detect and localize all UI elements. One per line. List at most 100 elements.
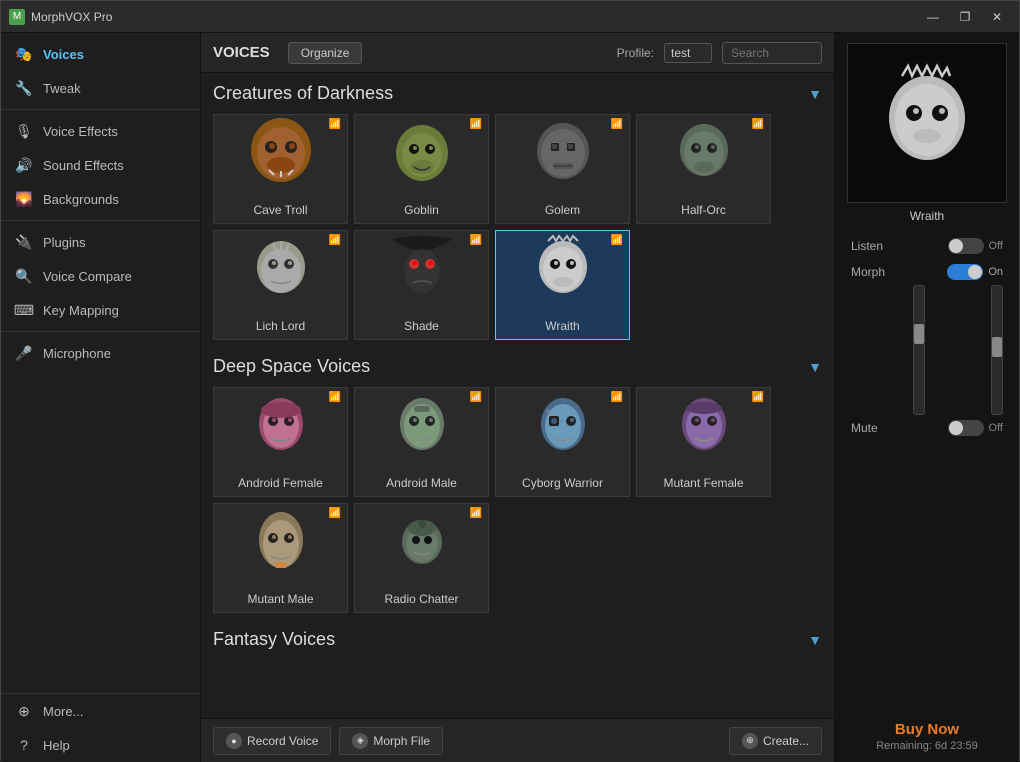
create-label: Create...: [763, 734, 809, 748]
sidebar-label-microphone: Microphone: [43, 346, 111, 361]
card-image-mutant-female: [637, 388, 770, 466]
morph-row: Morph On: [843, 259, 1011, 285]
voice-name-cave-troll: Cave Troll: [253, 203, 307, 217]
morph-label: Morph: [851, 265, 885, 279]
card-image-cyborg-warrior: [496, 388, 629, 466]
mute-toggle-knob: [949, 421, 963, 435]
main-content: VOICES Organize Profile: test Creatures …: [201, 33, 834, 762]
help-icon: ?: [15, 736, 33, 754]
collapse-arrow-1[interactable]: ▼: [808, 86, 822, 102]
listen-toggle-knob: [949, 239, 963, 253]
backgrounds-icon: 🌄: [15, 190, 33, 208]
morph-toggle[interactable]: [947, 264, 983, 280]
card-image-shade: [355, 231, 488, 309]
voice-card-goblin[interactable]: 📶: [354, 114, 489, 224]
mute-toggle[interactable]: [948, 420, 984, 436]
listen-row: Listen Off: [843, 233, 1011, 259]
remaining-text: Remaining: 6d 23:59: [876, 740, 978, 752]
create-button[interactable]: ⊕ Create...: [729, 727, 822, 755]
sidebar-divider-3: [1, 331, 200, 332]
buy-now-button[interactable]: Buy Now: [876, 721, 978, 738]
voice-grid-2: 📶: [213, 387, 822, 613]
sidebar-item-tweak[interactable]: 🔧 Tweak: [1, 71, 200, 105]
maximize-button[interactable]: ❐: [951, 7, 979, 27]
voice-card-shade[interactable]: 📶: [354, 230, 489, 340]
category-deep-space: Deep Space Voices ▼ 📶: [213, 356, 822, 613]
profile-select[interactable]: test: [664, 43, 712, 63]
mute-row: Mute Off: [843, 415, 1011, 441]
card-image-half-orc: [637, 115, 770, 193]
minimize-button[interactable]: —: [919, 7, 947, 27]
voice-card-cave-troll[interactable]: 📶: [213, 114, 348, 224]
sidebar-item-voices[interactable]: 🎭 Voices: [1, 37, 200, 71]
voice-preview-box: [847, 43, 1007, 203]
close-button[interactable]: ✕: [983, 7, 1011, 27]
listen-label: Listen: [851, 239, 883, 253]
more-icon: ⊕: [15, 702, 33, 720]
voice-card-wraith[interactable]: 📶: [495, 230, 630, 340]
sidebar-item-voice-compare[interactable]: 🔍 Voice Compare: [1, 259, 200, 293]
preview-voice-name: Wraith: [910, 209, 944, 223]
record-voice-button[interactable]: ● Record Voice: [213, 727, 331, 755]
sidebar-divider-1: [1, 109, 200, 110]
voice-card-radio-chatter[interactable]: 📶 Radio Chat: [354, 503, 489, 613]
search-input[interactable]: [722, 42, 822, 64]
slider-left[interactable]: [913, 285, 925, 415]
sidebar-item-key-mapping[interactable]: ⌨ Key Mapping: [1, 293, 200, 327]
plugins-icon: 🔌: [15, 233, 33, 251]
app-icon: M: [9, 9, 25, 25]
titlebar: M MorphVOX Pro — ❐ ✕: [1, 1, 1019, 33]
voices-icon: 🎭: [15, 45, 33, 63]
microphone-icon: 🎤: [15, 344, 33, 362]
sidebar-item-voice-effects[interactable]: 🎙 Voice Effects: [1, 114, 200, 148]
sidebar-label-tweak: Tweak: [43, 81, 81, 96]
listen-toggle-label: Off: [989, 240, 1003, 252]
app-title: MorphVOX Pro: [31, 10, 919, 24]
profile-label: Profile:: [617, 46, 654, 60]
collapse-arrow-2[interactable]: ▼: [808, 359, 822, 375]
mute-toggle-group: Off: [948, 420, 1003, 436]
category-creatures-of-darkness: Creatures of Darkness ▼ 📶: [213, 83, 822, 340]
voice-card-half-orc[interactable]: 📶: [636, 114, 771, 224]
morph-toggle-label: On: [988, 266, 1003, 278]
card-image-lich-lord: [214, 231, 347, 309]
voice-card-android-male[interactable]: 📶: [354, 387, 489, 497]
sidebar-label-voice-effects: Voice Effects: [43, 124, 118, 139]
card-image-android-male: [355, 388, 488, 466]
voice-name-half-orc: Half-Orc: [681, 203, 726, 217]
collapse-arrow-3[interactable]: ▼: [808, 632, 822, 648]
voices-area[interactable]: Creatures of Darkness ▼ 📶: [201, 73, 834, 718]
organize-button[interactable]: Organize: [288, 42, 363, 64]
morph-file-button[interactable]: ◈ Morph File: [339, 727, 443, 755]
sidebar-item-sound-effects[interactable]: 🔊 Sound Effects: [1, 148, 200, 182]
voice-name-android-female: Android Female: [238, 476, 323, 490]
voice-card-mutant-female[interactable]: 📶: [636, 387, 771, 497]
listen-toggle[interactable]: [948, 238, 984, 254]
bottom-bar: ● Record Voice ◈ Morph File ⊕ Create...: [201, 718, 834, 762]
buy-now-section: Buy Now Remaining: 6d 23:59: [876, 721, 978, 752]
voice-name-android-male: Android Male: [386, 476, 457, 490]
create-icon: ⊕: [742, 733, 758, 749]
record-icon: ●: [226, 733, 242, 749]
sidebar-item-help[interactable]: ? Help: [1, 728, 200, 762]
category-header-3: Fantasy Voices ▼: [213, 629, 822, 650]
morph-file-label: Morph File: [373, 734, 430, 748]
voice-card-golem[interactable]: 📶: [495, 114, 630, 224]
voice-card-mutant-male[interactable]: 📶: [213, 503, 348, 613]
sidebar-item-backgrounds[interactable]: 🌄 Backgrounds: [1, 182, 200, 216]
sidebar-item-more[interactable]: ⊕ More...: [1, 694, 200, 728]
key-mapping-icon: ⌨: [15, 301, 33, 319]
sidebar-divider-2: [1, 220, 200, 221]
sidebar-item-microphone[interactable]: 🎤 Microphone: [1, 336, 200, 370]
category-header-2: Deep Space Voices ▼: [213, 356, 822, 377]
voice-card-cyborg-warrior[interactable]: 📶: [495, 387, 630, 497]
app-body: 🎭 Voices 🔧 Tweak 🎙 Voice Effects 🔊 Sound…: [1, 33, 1019, 762]
category-title-1: Creatures of Darkness: [213, 83, 393, 104]
category-title-3: Fantasy Voices: [213, 629, 335, 650]
sidebar-item-plugins[interactable]: 🔌 Plugins: [1, 225, 200, 259]
slider-right[interactable]: [991, 285, 1003, 415]
voice-card-lich-lord[interactable]: 📶: [213, 230, 348, 340]
sidebar-label-sound-effects: Sound Effects: [43, 158, 124, 173]
listen-toggle-group: Off: [948, 238, 1003, 254]
voice-card-android-female[interactable]: 📶: [213, 387, 348, 497]
